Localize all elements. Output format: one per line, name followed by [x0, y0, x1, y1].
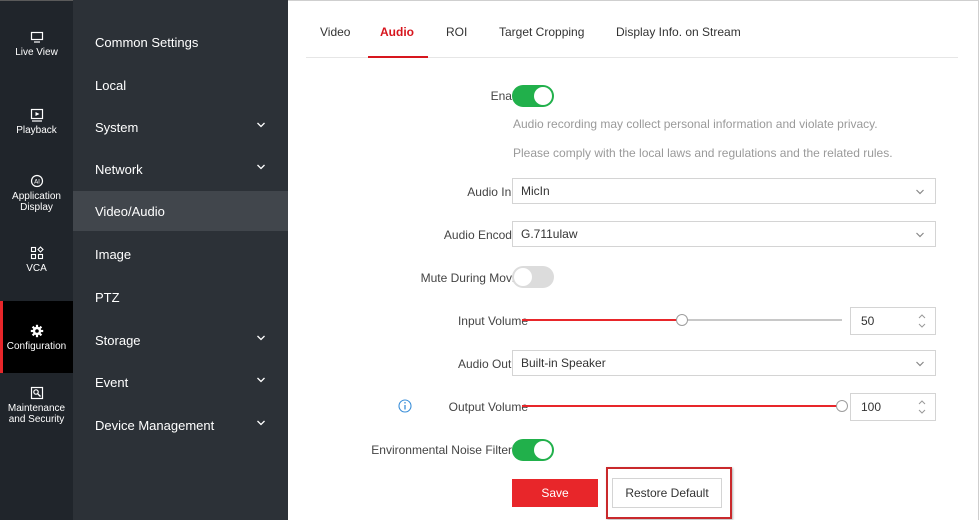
menu-item-storage[interactable]: Storage — [73, 320, 288, 360]
chevron-down-icon — [257, 377, 265, 383]
menu-item-label: System — [95, 119, 139, 135]
menu-item-network[interactable]: Network — [73, 149, 288, 189]
chevron-down-icon — [257, 420, 265, 426]
menu-item-local[interactable]: Local — [73, 65, 288, 105]
monitor-icon — [29, 29, 45, 45]
tab-audio[interactable]: Audio — [380, 25, 414, 39]
active-tab-indicator — [368, 56, 428, 58]
tab-bar: Video Audio ROI Target Cropping Display … — [306, 1, 958, 58]
spinner-arrows-icon[interactable] — [917, 398, 927, 416]
chevron-down-icon — [257, 122, 265, 128]
rail-item-maintenance-security[interactable]: Maintenance and Security — [0, 385, 73, 435]
chevron-down-icon — [916, 361, 924, 367]
input-volume-label: Input Volume — [457, 314, 528, 328]
main-content: Video Audio ROI Target Cropping Display … — [288, 0, 979, 520]
audio-output-select[interactable]: Built-in Speaker — [512, 350, 936, 376]
menu-item-event[interactable]: Event — [73, 362, 288, 402]
svg-text:AI: AI — [34, 179, 40, 186]
noise-filtering-label: Environmental Noise Filtering — [371, 443, 528, 457]
rail-item-configuration[interactable]: Configuration — [0, 301, 73, 373]
menu-item-video-audio[interactable]: Video/Audio — [73, 191, 288, 231]
output-volume-label: Output Volume — [448, 400, 528, 414]
input-volume-field[interactable]: 50 — [850, 307, 936, 335]
audio-encoding-select[interactable]: G.711ulaw — [512, 221, 936, 247]
info-icon[interactable] — [398, 399, 412, 413]
rail-item-label: Playback — [16, 125, 57, 136]
rail-item-label: VCA — [26, 263, 47, 274]
audio-output-value: Built-in Speaker — [521, 356, 606, 370]
menu-item-label: Event — [95, 374, 129, 390]
rail-item-label: Live View — [15, 47, 58, 58]
menu-item-common-settings[interactable]: Common Settings — [73, 22, 288, 62]
rail-item-label: Maintenance and Security — [7, 403, 66, 425]
input-volume-slider[interactable] — [522, 313, 842, 327]
ai-icon: AI — [29, 173, 45, 189]
menu-item-label: Device Management — [95, 417, 215, 433]
rail-item-live-view[interactable]: Live View — [0, 29, 73, 73]
rail-item-vca[interactable]: VCA — [0, 245, 73, 289]
tab-roi[interactable]: ROI — [446, 25, 467, 39]
enable-toggle[interactable] — [512, 85, 554, 107]
play-icon — [29, 107, 45, 123]
wrench-icon — [29, 385, 45, 401]
menu-item-image[interactable]: Image — [73, 234, 288, 274]
chevron-down-icon — [257, 164, 265, 170]
spinner-arrows-icon[interactable] — [917, 312, 927, 330]
main-nav-rail: Live View Playback AI Application Displa… — [0, 0, 73, 520]
app-window: Live View Playback AI Application Displa… — [0, 0, 979, 520]
privacy-note: Audio recording may collect personal inf… — [513, 117, 878, 131]
noise-filtering-toggle[interactable] — [512, 439, 554, 461]
slider-thumb[interactable] — [836, 400, 848, 412]
audio-encoding-value: G.711ulaw — [521, 227, 578, 241]
input-volume-value: 50 — [861, 314, 875, 328]
slider-thumb[interactable] — [676, 314, 688, 326]
tab-video[interactable]: Video — [320, 25, 350, 39]
rail-item-label: Application Display — [12, 191, 61, 213]
privacy-note: Please comply with the local laws and re… — [513, 146, 893, 160]
audio-input-select[interactable]: MicIn — [512, 178, 936, 204]
menu-item-label: Storage — [95, 332, 141, 348]
audio-input-value: MicIn — [521, 184, 550, 198]
mute-during-moving-toggle[interactable] — [512, 266, 554, 288]
menu-item-label: Common Settings — [95, 34, 199, 50]
menu-item-label: Network — [95, 161, 143, 177]
rail-item-playback[interactable]: Playback — [0, 107, 73, 151]
chevron-down-icon — [916, 189, 924, 195]
chevron-down-icon — [916, 232, 924, 238]
settings-menu: Common Settings Local System Network Vid… — [73, 0, 288, 520]
menu-item-system[interactable]: System — [73, 107, 288, 147]
menu-item-label: Local — [95, 77, 127, 93]
output-volume-field[interactable]: 100 — [850, 393, 936, 421]
menu-item-label: PTZ — [95, 289, 120, 305]
menu-item-label: Image — [95, 246, 132, 262]
tab-display-info-on-stream[interactable]: Display Info. on Stream — [616, 25, 741, 39]
grid-icon — [29, 245, 45, 261]
rail-item-application-display[interactable]: AI Application Display — [0, 173, 73, 223]
chevron-down-icon — [257, 335, 265, 341]
menu-item-device-management[interactable]: Device Management — [73, 405, 288, 445]
menu-item-label: Video/Audio — [95, 203, 165, 219]
tab-target-cropping[interactable]: Target Cropping — [499, 25, 584, 39]
restore-default-button[interactable]: Restore Default — [612, 478, 722, 508]
output-volume-slider[interactable] — [522, 399, 848, 413]
rail-item-label: Configuration — [6, 340, 67, 352]
menu-item-ptz[interactable]: PTZ — [73, 277, 288, 317]
save-button[interactable]: Save — [512, 479, 598, 507]
gear-icon — [29, 323, 45, 339]
output-volume-value: 100 — [861, 400, 882, 414]
